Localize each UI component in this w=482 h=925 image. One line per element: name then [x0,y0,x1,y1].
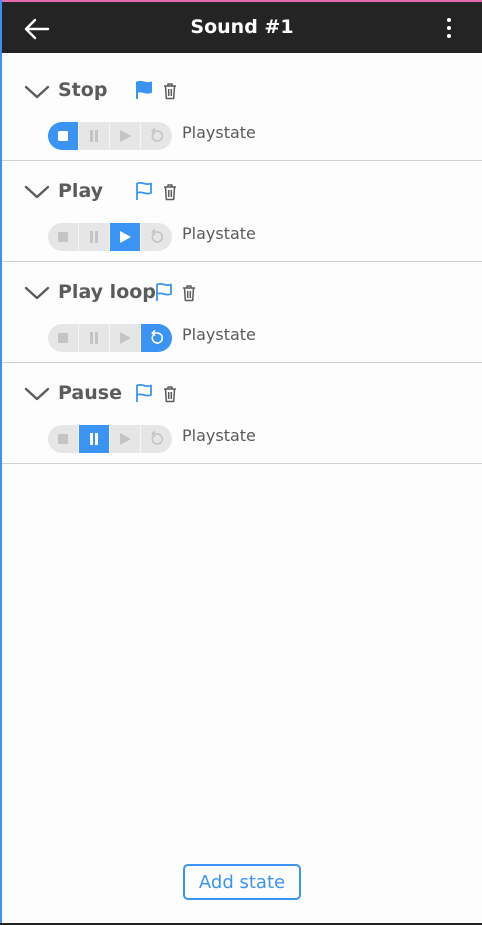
playstate-label: Playstate [182,325,256,344]
state-name[interactable]: Play loop [58,281,156,303]
app-header: Sound #1 [2,0,482,53]
chevron-down-icon[interactable] [23,385,51,403]
play-button[interactable] [110,122,141,150]
trash-icon[interactable] [163,385,177,403]
pause-icon [90,433,98,445]
trash-icon[interactable] [163,183,177,201]
state-name[interactable]: Stop [58,79,107,101]
state-name[interactable]: Pause [58,382,122,404]
pause-button[interactable] [79,122,110,150]
add-state-button[interactable]: Add state [183,864,301,900]
flag-filled-icon[interactable] [135,80,153,100]
stop-icon [58,333,68,343]
playstate-control [48,324,172,352]
pause-button[interactable] [79,223,110,251]
playstate-control [48,425,172,453]
loop-icon [151,229,163,243]
playstate-control [48,122,172,150]
pause-button[interactable] [79,324,110,352]
play-button[interactable] [110,324,141,352]
pause-button[interactable] [79,425,110,453]
page-title: Sound #1 [190,16,294,38]
stop-button[interactable] [48,425,79,453]
playstate-label: Playstate [182,426,256,445]
stop-button[interactable] [48,122,79,150]
stop-button[interactable] [48,223,79,251]
chevron-down-icon[interactable] [23,83,51,101]
play-button[interactable] [110,223,141,251]
loop-button[interactable] [141,122,172,150]
stop-icon [58,232,68,242]
back-button[interactable] [22,16,52,42]
stop-icon [58,434,68,444]
trash-icon[interactable] [182,284,196,302]
play-icon [120,332,131,344]
play-icon [120,231,131,243]
pause-icon [90,231,98,243]
state-item: Play loop Playstate [2,263,482,363]
more-vertical-icon [447,18,451,22]
play-icon [120,433,131,445]
trash-icon[interactable] [163,82,177,100]
state-item: Stop Playstate [2,61,482,161]
pause-icon [90,332,98,344]
flag-outline-icon[interactable] [135,383,153,403]
flag-outline-icon[interactable] [155,282,173,302]
loop-button[interactable] [141,223,172,251]
loop-icon [151,128,163,142]
play-icon [120,130,131,142]
playstate-control [48,223,172,251]
stop-button[interactable] [48,324,79,352]
more-options-button[interactable] [442,15,456,43]
chevron-down-icon[interactable] [23,284,51,302]
chevron-down-icon[interactable] [23,183,51,201]
flag-outline-icon[interactable] [135,181,153,201]
stop-icon [58,131,68,141]
state-item: Play Playstate [2,162,482,262]
playstate-label: Playstate [182,224,256,243]
playstate-label: Playstate [182,123,256,142]
loop-icon [151,431,163,445]
state-item: Pause Playstate [2,364,482,464]
pause-icon [90,130,98,142]
play-button[interactable] [110,425,141,453]
loop-icon [151,330,163,344]
loop-button[interactable] [141,425,172,453]
arrow-left-icon [24,18,50,40]
state-name[interactable]: Play [58,180,103,202]
loop-button[interactable] [141,324,172,352]
